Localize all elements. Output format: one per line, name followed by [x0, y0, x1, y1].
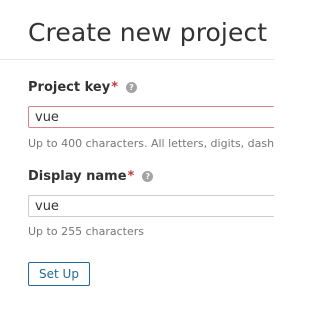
set-up-button[interactable]: Set Up [28, 262, 90, 286]
project-key-help-icon[interactable]: ? [126, 82, 137, 93]
display-name-required-mark: * [127, 169, 135, 184]
display-name-label-row: Display name * ? [28, 169, 154, 184]
display-name-help-icon[interactable]: ? [142, 171, 154, 182]
display-name-input[interactable] [28, 195, 274, 217]
create-project-page: Create new project Project key * ? Up to… [0, 0, 274, 319]
display-name-label: Display name [28, 169, 127, 184]
page-title: Create new project [28, 18, 268, 47]
project-key-required-mark: * [111, 80, 118, 95]
project-key-hint: Up to 400 characters. All letters, digit… [28, 137, 274, 150]
project-key-label-row: Project key * ? [28, 80, 137, 95]
project-key-label: Project key [28, 80, 111, 95]
project-key-input[interactable] [28, 106, 274, 128]
display-name-hint: Up to 255 characters [28, 225, 144, 238]
header-divider [0, 59, 274, 60]
